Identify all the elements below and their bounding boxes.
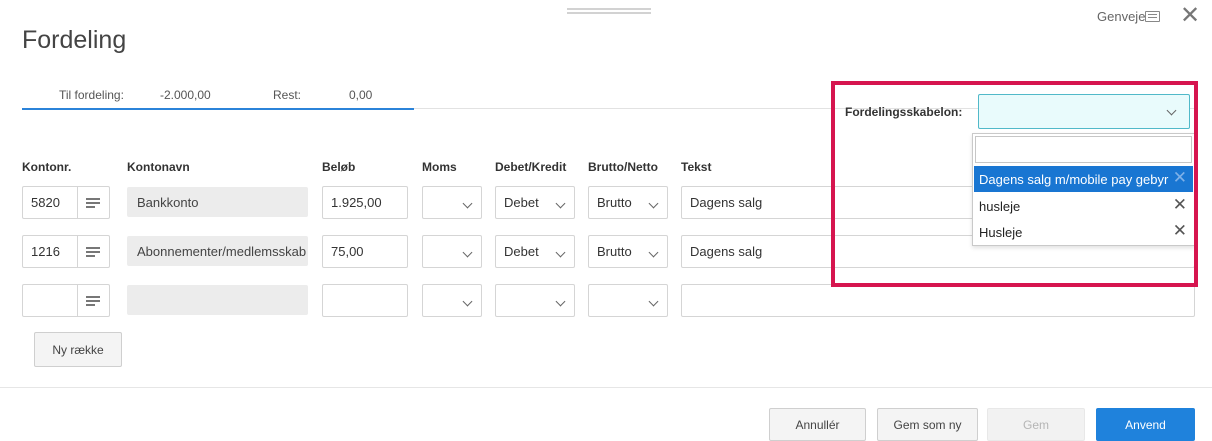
col-text: Tekst (681, 160, 712, 174)
account-no-input[interactable]: 5820 (22, 186, 110, 219)
keyboard-icon[interactable] (1145, 11, 1160, 22)
chevron-down-icon (1166, 105, 1177, 116)
amount-input[interactable] (322, 284, 408, 317)
account-no-input[interactable]: 1216 (22, 235, 110, 268)
amount-input[interactable]: 75,00 (322, 235, 408, 268)
col-debit-credit: Debet/Kredit (495, 160, 567, 174)
vat-select[interactable] (422, 284, 482, 317)
debit-credit-select[interactable] (495, 284, 575, 317)
chevron-down-icon (462, 296, 473, 307)
apply-button[interactable]: Anvend (1096, 408, 1195, 441)
gross-net-value: Brutto (597, 195, 632, 210)
rest-value: 0,00 (349, 88, 373, 102)
chevron-down-icon (462, 198, 473, 209)
template-option-label: husleje (979, 198, 1021, 214)
col-account-no: Kontonr. (22, 160, 72, 174)
col-gross-net: Brutto/Netto (588, 160, 658, 174)
template-option-label: Dagens salg m/mobile pay gebyr (979, 171, 1169, 187)
footer-divider (0, 387, 1212, 388)
chevron-down-icon (555, 198, 566, 209)
delete-icon[interactable]: ✕ (1173, 169, 1187, 187)
save-as-new-button[interactable]: Gem som ny (877, 408, 978, 441)
shortcuts-link[interactable]: Genveje (1097, 9, 1145, 24)
gross-net-select[interactable] (588, 284, 668, 317)
account-no-value: 5820 (31, 195, 60, 210)
to-distribute-value: -2.000,00 (160, 88, 211, 102)
template-option[interactable]: husleje ✕ (974, 193, 1193, 219)
chevron-down-icon (648, 198, 659, 209)
rest-label: Rest: (273, 88, 302, 102)
template-option[interactable]: Husleje ✕ (974, 219, 1193, 245)
add-row-button[interactable]: Ny række (34, 332, 122, 367)
account-lookup-icon[interactable] (86, 247, 100, 257)
template-label: Fordelingsskabelon: (845, 105, 963, 119)
account-lookup-icon[interactable] (86, 296, 100, 306)
chevron-down-icon (648, 296, 659, 307)
col-vat: Moms (422, 160, 457, 174)
chevron-down-icon (555, 247, 566, 258)
text-input[interactable] (681, 284, 1195, 317)
account-lookup-icon[interactable] (86, 198, 100, 208)
gross-net-select[interactable]: Brutto (588, 186, 668, 219)
account-no-value: 1216 (31, 244, 60, 259)
to-distribute-label: Til fordeling: (59, 88, 124, 102)
drag-handle[interactable] (567, 8, 651, 14)
vat-select[interactable] (422, 235, 482, 268)
account-no-input[interactable] (22, 284, 110, 317)
debit-credit-select[interactable]: Debet (495, 186, 575, 219)
template-select[interactable] (978, 94, 1190, 129)
save-button[interactable]: Gem (987, 408, 1085, 441)
delete-icon[interactable]: ✕ (1173, 196, 1187, 214)
chevron-down-icon (462, 247, 473, 258)
chevron-down-icon (648, 247, 659, 258)
page-title: Fordeling (22, 26, 127, 54)
debit-credit-value: Debet (504, 244, 539, 259)
delete-icon[interactable]: ✕ (1173, 222, 1187, 240)
account-name-field: Abonnementer/medlemsskab (127, 236, 308, 266)
vat-select[interactable] (422, 186, 482, 219)
gross-net-select[interactable]: Brutto (588, 235, 668, 268)
amount-input[interactable]: 1.925,00 (322, 186, 408, 219)
debit-credit-value: Debet (504, 195, 539, 210)
col-amount: Beløb (322, 160, 356, 174)
account-name-field (127, 285, 308, 315)
account-name-field: Bankkonto (127, 187, 308, 217)
gross-net-value: Brutto (597, 244, 632, 259)
template-option[interactable]: Dagens salg m/mobile pay gebyr ✕ (974, 166, 1193, 192)
template-search-input[interactable] (975, 136, 1192, 163)
close-icon[interactable]: ✕ (1180, 4, 1200, 28)
template-option-label: Husleje (979, 224, 1023, 240)
debit-credit-select[interactable]: Debet (495, 235, 575, 268)
template-dropdown: Dagens salg m/mobile pay gebyr ✕ husleje… (972, 133, 1195, 246)
col-account-name: Kontonavn (127, 160, 190, 174)
cancel-button[interactable]: Annullér (769, 408, 866, 441)
chevron-down-icon (555, 296, 566, 307)
